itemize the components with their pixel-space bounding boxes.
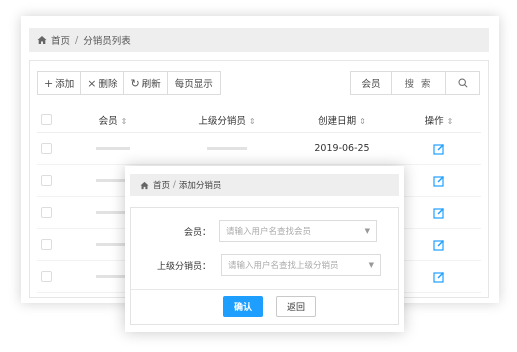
edit-icon[interactable] — [433, 207, 445, 219]
search-group: 会员 搜 索 — [350, 71, 480, 95]
edit-icon[interactable] — [433, 175, 445, 187]
breadcrumb-separator: / — [75, 34, 79, 46]
close-icon: × — [87, 76, 97, 90]
table-row: 2019-06-25 — [37, 133, 481, 165]
refresh-icon: ↻ — [130, 76, 140, 90]
column-date[interactable]: 创建日期 ⇕ — [287, 113, 397, 127]
chevron-down-icon: ▼ — [364, 227, 370, 235]
breadcrumb-home[interactable]: 首页 — [51, 33, 70, 47]
row-checkbox[interactable] — [41, 239, 52, 250]
edit-icon[interactable] — [433, 239, 445, 251]
superior-cell — [207, 146, 247, 150]
refresh-button[interactable]: ↻ 刷新 — [123, 71, 168, 95]
breadcrumb: 首页 / 分销员列表 — [29, 28, 489, 52]
row-checkbox[interactable] — [41, 271, 52, 282]
per-page-button[interactable]: 每页显示 — [166, 71, 221, 95]
dialog-form: 会员： 请输入用户名查找会员 ▼ 上级分销员： 请输入用户名查找上级分销员 ▼ … — [130, 207, 399, 325]
home-icon — [140, 181, 149, 189]
toolbar: + 添加 × 删除 ↻ 刷新 每页显示 — [37, 71, 221, 95]
add-distributor-dialog: 首页 / 添加分销员 会员： 请输入用户名查找会员 ▼ 上级分销员： 请输入用户… — [125, 166, 404, 332]
search-button[interactable] — [446, 71, 480, 95]
add-button[interactable]: + 添加 — [37, 71, 82, 95]
edit-icon[interactable] — [433, 143, 445, 155]
dialog-breadcrumb-current: 添加分销员 — [178, 181, 222, 191]
add-button-label: 添加 — [55, 79, 75, 90]
column-superior[interactable]: 上级分销员 ⇕ — [167, 113, 287, 127]
column-actions[interactable]: 操作 ⇕ — [397, 113, 481, 127]
delete-button-label: 删除 — [98, 79, 118, 90]
column-member[interactable]: 会员 ⇕ — [59, 113, 167, 127]
superior-select-placeholder: 请输入用户名查找上级分销员 — [228, 261, 339, 271]
per-page-label: 每页显示 — [174, 79, 213, 90]
divider — [131, 289, 398, 290]
dialog-breadcrumb: 首页 / 添加分销员 — [130, 174, 399, 196]
edit-icon[interactable] — [433, 271, 445, 283]
dialog-breadcrumb-home[interactable]: 首页 — [153, 179, 170, 191]
refresh-button-label: 刷新 — [141, 79, 161, 90]
plus-icon: + — [44, 76, 54, 90]
select-all-checkbox[interactable] — [41, 114, 52, 125]
sort-icon[interactable]: ⇕ — [249, 117, 256, 126]
chevron-down-icon: ▼ — [368, 261, 374, 269]
delete-button[interactable]: × 删除 — [80, 71, 125, 95]
superior-form-row: 上级分销员： 请输入用户名查找上级分销员 ▼ — [143, 254, 381, 276]
confirm-button[interactable]: 确认 — [223, 296, 263, 317]
row-checkbox[interactable] — [41, 207, 52, 218]
search-input[interactable]: 搜 索 — [392, 71, 446, 95]
search-icon — [457, 78, 468, 88]
sort-icon[interactable]: ⇕ — [447, 117, 454, 126]
dialog-breadcrumb-separator: / — [173, 180, 176, 190]
member-label: 会员： — [183, 227, 211, 238]
date-cell: 2019-06-25 — [314, 143, 370, 154]
row-checkbox[interactable] — [41, 143, 52, 154]
home-icon — [37, 36, 47, 44]
breadcrumb-current: 分销员列表 — [83, 36, 131, 47]
row-checkbox[interactable] — [41, 175, 52, 186]
sort-icon[interactable]: ⇕ — [359, 117, 366, 126]
table-header: 会员 ⇕ 上级分销员 ⇕ 创建日期 ⇕ 操作 ⇕ — [37, 107, 481, 133]
member-select-placeholder: 请输入用户名查找会员 — [226, 227, 312, 237]
member-form-row: 会员： 请输入用户名查找会员 ▼ — [143, 220, 377, 242]
superior-select[interactable]: 请输入用户名查找上级分销员 ▼ — [221, 254, 381, 276]
sort-icon[interactable]: ⇕ — [121, 117, 128, 126]
superior-label: 上级分销员： — [156, 261, 211, 272]
member-select[interactable]: 请输入用户名查找会员 ▼ — [219, 220, 377, 242]
member-cell — [96, 146, 130, 150]
search-field-select[interactable]: 会员 — [350, 71, 392, 95]
back-button[interactable]: 返回 — [276, 296, 316, 317]
